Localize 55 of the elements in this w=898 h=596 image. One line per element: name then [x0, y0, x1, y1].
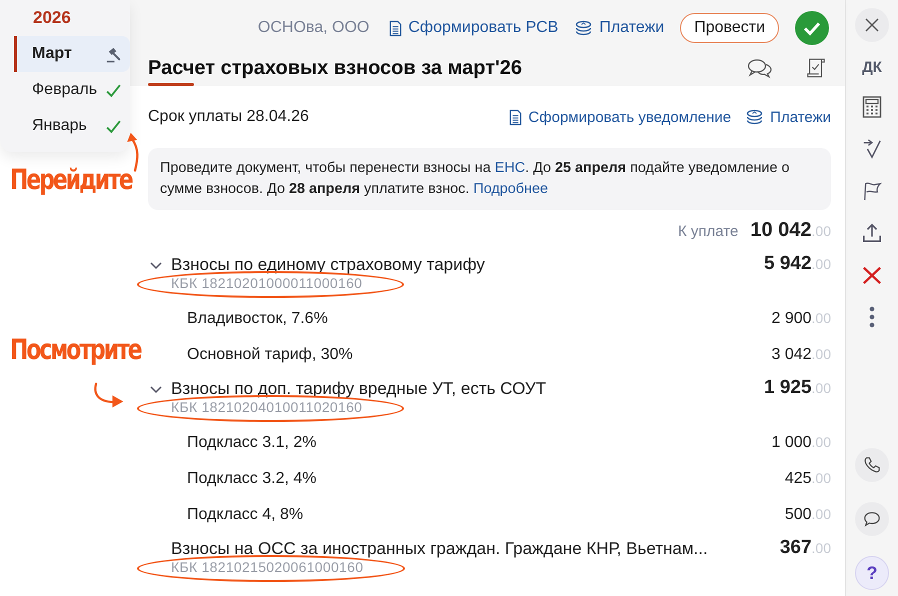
annotation-arrow	[92, 382, 126, 410]
annotation-text: Перейдите	[10, 163, 132, 196]
group-title: Взносы на ОСС за иностранных граждан. Граждане КНР, Вьетнам...	[171, 539, 709, 559]
gavel-icon	[105, 46, 122, 62]
document-icon	[509, 108, 522, 126]
chevron-icon[interactable]	[150, 386, 162, 394]
row-label: Основной тариф, 30%	[187, 346, 353, 364]
check-icon	[105, 118, 122, 134]
row-label: Подкласс 3.2, 4%	[187, 470, 316, 488]
check-circle-icon[interactable]	[795, 11, 829, 45]
upload-icon[interactable]	[862, 222, 882, 244]
chat-button[interactable]	[855, 502, 889, 536]
month-item[interactable]: Март	[14, 36, 130, 72]
phone-button[interactable]	[855, 448, 889, 482]
delete-icon[interactable]	[862, 264, 882, 286]
coins-icon	[574, 20, 594, 36]
notice-link[interactable]: ЕНС	[494, 160, 526, 176]
close-button[interactable]	[855, 8, 889, 42]
speech-bubble-icon	[863, 510, 881, 528]
more-icon[interactable]	[869, 306, 875, 328]
chat-bubbles-icon[interactable]	[747, 57, 773, 79]
month-item[interactable]: Январь	[14, 108, 130, 144]
action-link[interactable]: Сформировать уведомление	[509, 108, 732, 126]
notice-link[interactable]: Подробнее	[473, 181, 548, 197]
row-label: Подкласс 3.1, 2%	[187, 434, 316, 452]
action-link[interactable]: Платежи	[745, 108, 831, 126]
phone-icon	[863, 456, 881, 474]
group-title: Взносы по единому страховому тарифу	[171, 255, 486, 275]
group-title: Взносы по доп. тарифу вредные УТ, есть СОУТ	[171, 379, 548, 399]
coins-icon	[745, 109, 764, 125]
flag-icon[interactable]	[862, 180, 882, 202]
row-label: Владивосток, 7.6%	[187, 310, 328, 328]
kbk-code: КБК 18210201000011000160	[171, 275, 362, 291]
year-label: 2026	[32, 7, 72, 29]
annotation-text: Посмотрите	[10, 333, 141, 366]
close-icon	[864, 17, 880, 33]
calculator-icon[interactable]	[862, 96, 882, 118]
post-button[interactable]: Провести	[680, 13, 779, 43]
chevron-icon[interactable]	[150, 262, 162, 270]
check-arrow-icon[interactable]	[862, 138, 882, 160]
dk-button[interactable]: ДК	[862, 58, 882, 76]
notice-text: Проведите документ, чтобы перенести взносы на ЕНС. До 25 апреля подайте уведомление о сумме взносов. До 28 апреля уплатите взнос. Подробнее	[148, 148, 831, 210]
due-date: Срок уплаты 28.04.26	[148, 108, 310, 126]
total-label: К уплате	[678, 223, 738, 240]
action-link[interactable]: Платежи	[574, 19, 664, 37]
document-icon	[389, 20, 402, 36]
action-link[interactable]: Сформировать РСВ	[389, 19, 558, 37]
document-title: Расчет страховых взносов за март'26	[148, 56, 524, 80]
row-label: Подкласс 4, 8%	[187, 506, 304, 524]
kbk-code: КБК 18210215020061000160	[171, 559, 364, 575]
kbk-code: КБК 18210204010011020160	[171, 399, 362, 415]
check-icon	[105, 82, 122, 98]
month-item[interactable]: Февраль	[14, 72, 130, 108]
help-button[interactable]: ?	[855, 556, 889, 590]
company-name: ОСНОва, ООО	[258, 19, 370, 37]
